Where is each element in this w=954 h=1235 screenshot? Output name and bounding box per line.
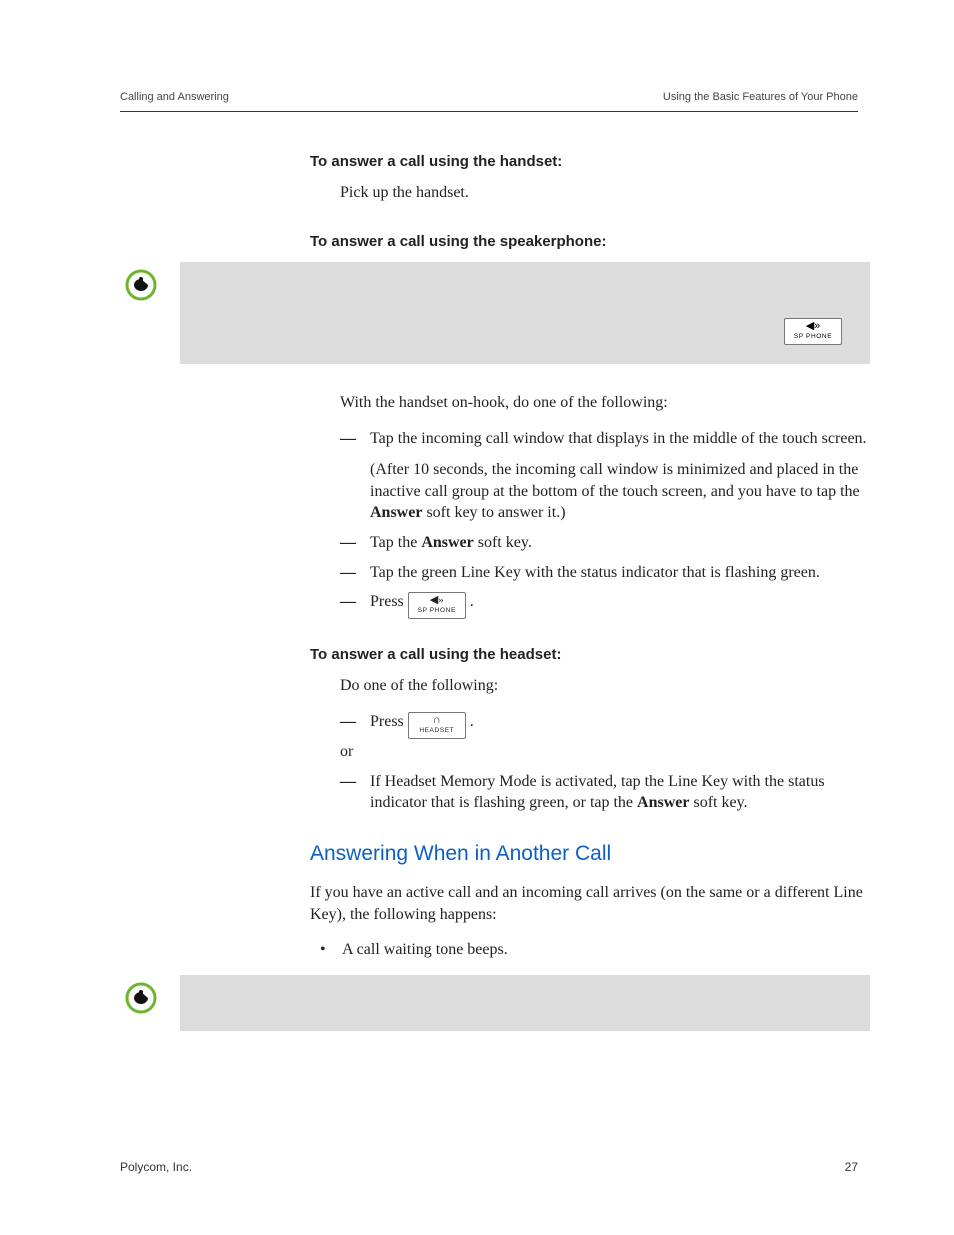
step-headset-memory-mode: If Headset Memory Mode is activated, tap… <box>340 771 870 814</box>
headset-key-inline: ∩ HEADSET <box>408 712 466 739</box>
headset-icon: ∩ <box>415 715 459 726</box>
heading-headset: To answer a call using the headset: <box>310 645 870 665</box>
header-right: Using the Basic Features of Your Phone <box>663 90 858 105</box>
footer-page-number: 27 <box>845 1159 858 1175</box>
plus-circle-icon <box>124 268 158 302</box>
note-body-another-call <box>180 975 870 1031</box>
text-handset-body: Pick up the handset. <box>340 182 870 204</box>
plus-circle-icon <box>124 981 158 1015</box>
footer-left: Polycom, Inc. <box>120 1159 192 1175</box>
sp-phone-key-large: ◀» SP PHONE <box>784 318 842 345</box>
bullet-call-waiting-beep: A call waiting tone beeps. <box>320 939 870 961</box>
heading-speakerphone: To answer a call using the speakerphone: <box>310 232 870 252</box>
step-tap-green-linekey: Tap the green Line Key with the status i… <box>340 562 870 584</box>
note-icon <box>124 268 158 309</box>
running-header: Calling and Answering Using the Basic Fe… <box>120 90 858 112</box>
note-icon <box>124 981 158 1022</box>
header-left: Calling and Answering <box>120 90 229 105</box>
sp-phone-label: SP PHONE <box>791 334 835 341</box>
note-block-speakerphone: ◀» SP PHONE <box>124 262 870 364</box>
another-call-para: If you have an active call and an incomi… <box>310 882 870 925</box>
step-press-headset: Press ∩ HEADSET . <box>340 711 870 739</box>
note-block-another-call <box>124 975 870 1031</box>
headset-or: or <box>340 741 870 763</box>
step-tap-window-detail: (After 10 seconds, the incoming call win… <box>370 459 870 524</box>
page-footer: Polycom, Inc. 27 <box>120 1159 858 1175</box>
step-tap-answer-softkey: Tap the Answer soft key. <box>340 532 870 554</box>
headset-steps-list-b: If Headset Memory Mode is activated, tap… <box>340 771 870 814</box>
sp-phone-label: SP PHONE <box>415 608 459 615</box>
step-press-spphone: Press ◀» SP PHONE . <box>340 591 870 619</box>
headset-steps-list-a: Press ∩ HEADSET . <box>340 711 870 739</box>
speaker-intro: With the handset on-hook, do one of the … <box>340 392 870 414</box>
speaker-icon: ◀» <box>791 321 835 332</box>
headset-intro: Do one of the following: <box>340 675 870 697</box>
another-call-bullets: A call waiting tone beeps. <box>320 939 870 961</box>
speaker-steps-list: Tap the incoming call window that displa… <box>340 428 870 620</box>
heading-handset: To answer a call using the handset: <box>310 152 870 172</box>
headset-label: HEADSET <box>415 728 459 735</box>
speaker-icon: ◀» <box>415 595 459 606</box>
sp-phone-key-inline: ◀» SP PHONE <box>408 592 466 619</box>
note-body-speakerphone: ◀» SP PHONE <box>180 262 870 364</box>
step-tap-incoming-window: Tap the incoming call window that displa… <box>340 428 870 524</box>
heading-another-call: Answering When in Another Call <box>310 840 870 868</box>
